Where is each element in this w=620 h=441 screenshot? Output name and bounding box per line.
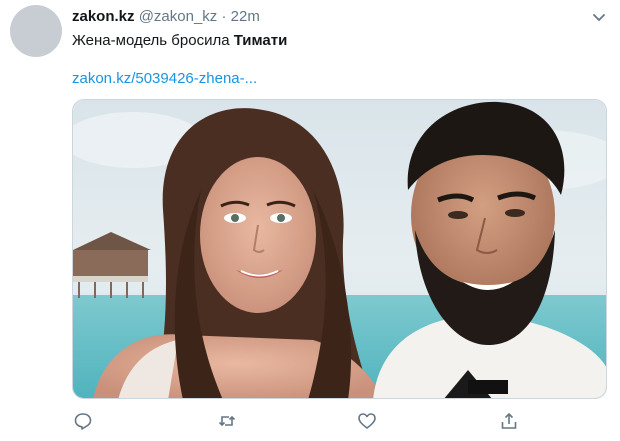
tweet-photo[interactable] [72, 99, 607, 399]
separator: · [221, 8, 227, 25]
chevron-down-icon[interactable] [590, 8, 608, 26]
heart-icon[interactable] [356, 410, 378, 432]
tweet-header: zakon.kz @zakon_kz · 22m [72, 7, 260, 27]
display-name[interactable]: zakon.kz [72, 8, 135, 25]
tweet-actions [72, 410, 607, 434]
handle[interactable]: @zakon_kz [139, 8, 218, 25]
tweet-link[interactable]: zakon.kz/5039426-zhena-... [72, 69, 257, 89]
reply-icon[interactable] [72, 410, 94, 432]
retweet-icon[interactable] [216, 410, 238, 432]
tweet-text-bold: Тимати [233, 32, 288, 49]
tweet-text: Жена-модель бросила Тимати [72, 31, 287, 51]
avatar[interactable] [10, 5, 62, 57]
share-icon[interactable] [498, 410, 520, 432]
tweet-text-plain: Жена-модель бросила [72, 32, 230, 49]
timestamp[interactable]: 22m [231, 8, 260, 25]
